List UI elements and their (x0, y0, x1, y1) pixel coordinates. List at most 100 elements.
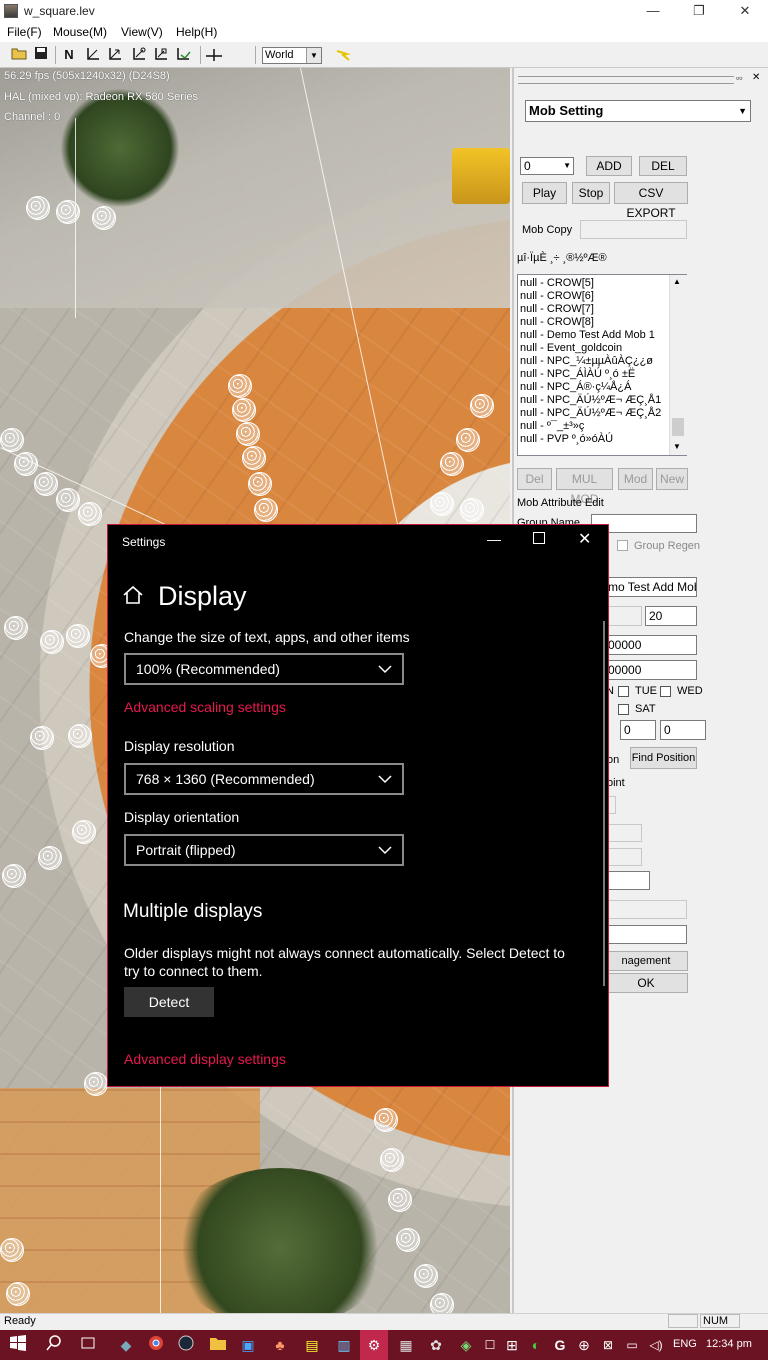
rotate-axis-icon[interactable] (106, 46, 124, 64)
notes-icon[interactable]: ▤ (302, 1335, 322, 1355)
save-icon[interactable] (32, 46, 50, 64)
app-tray-icon-4[interactable]: ⊕ (574, 1335, 594, 1355)
panel-grip[interactable] (518, 76, 734, 84)
list-item[interactable]: null - NPC_ÁÌÀÚ º¸ó ±Ë (520, 368, 635, 381)
scroll-thumb[interactable] (672, 418, 684, 436)
list-item[interactable]: null - CROW[7] (520, 303, 594, 316)
maximize-button[interactable]: ❐ (676, 0, 722, 22)
sat-checkbox[interactable] (618, 704, 629, 715)
search-icon[interactable] (44, 1335, 64, 1355)
menu-file[interactable]: File(F) (7, 25, 42, 39)
n-tool-icon[interactable]: N (60, 46, 78, 64)
scale-axis-icon[interactable] (130, 46, 148, 64)
security-icon[interactable]: ⊠ (598, 1335, 618, 1355)
wed-checkbox[interactable] (660, 686, 671, 697)
value-field[interactable] (604, 871, 650, 890)
list-item[interactable]: null - NPC_ÄÚ½ºÆ¬ ÆÇ¸Å1 (520, 394, 661, 407)
settings-scrollbar[interactable] (603, 621, 605, 986)
group-regen-checkbox[interactable] (617, 540, 628, 551)
move-axis-icon[interactable] (84, 46, 102, 64)
add-button[interactable]: ADD (586, 156, 632, 176)
show-hidden-icons-icon[interactable]: ☐ (480, 1335, 500, 1355)
clock[interactable]: 12:34 pm (706, 1338, 752, 1350)
setting-type-select[interactable]: Mob Setting ▼ (525, 100, 751, 122)
disabled-field[interactable] (604, 606, 642, 626)
play-button[interactable]: Play (522, 182, 567, 204)
management-button[interactable]: nagement (604, 951, 688, 971)
list-item[interactable]: null - CROW[5] (520, 277, 594, 290)
windows-start-icon[interactable] (8, 1335, 28, 1355)
time-field-a[interactable]: 00000 (604, 635, 697, 655)
disabled-field[interactable] (604, 900, 687, 919)
list-item[interactable]: null - NPC_¼±µµÀûÀÇ¿¿ø (520, 355, 653, 368)
steam-icon[interactable] (176, 1335, 196, 1355)
panel-pin-button[interactable]: ▫▫ (736, 73, 742, 83)
file-explorer-icon[interactable] (208, 1335, 228, 1355)
app-tray-icon-2[interactable]: ◐ (526, 1335, 546, 1355)
crosshair-icon[interactable] (205, 46, 223, 64)
app-icon-4[interactable]: ▥ (334, 1335, 354, 1355)
scroll-up-icon[interactable]: ▲ (673, 277, 681, 286)
menu-view[interactable]: View(V) (121, 25, 163, 39)
mob-list[interactable]: null - CROW[5] null - CROW[6] null - CRO… (517, 274, 687, 456)
task-view-icon[interactable] (78, 1335, 98, 1355)
orientation-dropdown[interactable]: Portrait (flipped) (124, 834, 404, 866)
menu-help[interactable]: Help(H) (176, 25, 217, 39)
open-folder-icon[interactable] (10, 46, 28, 64)
settings-maximize-button[interactable] (533, 532, 545, 544)
list-item[interactable]: null - Demo Test Add Mob 1 (520, 329, 655, 342)
home-icon[interactable] (122, 585, 144, 608)
world-space-select[interactable]: World ▼ (262, 47, 322, 64)
list-item[interactable]: null - PVP º¸ó»óÀÚ (520, 433, 613, 446)
app-icon-3[interactable]: ♣ (270, 1335, 290, 1355)
app-icon-1[interactable]: ◆ (116, 1335, 136, 1355)
app-icon-6[interactable]: ✿ (426, 1335, 446, 1355)
settings-close-button[interactable]: ✕ (578, 529, 591, 549)
pos-x-field[interactable]: 0 (620, 720, 656, 740)
list-item[interactable]: null - º¯_±³»ç (520, 420, 584, 433)
list-item[interactable]: null - CROW[8] (520, 316, 594, 329)
advanced-scaling-link[interactable]: Advanced scaling settings (124, 699, 286, 715)
mob-index-select[interactable]: 0 ▼ (520, 157, 574, 175)
app-icon-2[interactable]: ▣ (238, 1335, 258, 1355)
value-field[interactable] (604, 925, 687, 944)
del-button[interactable]: DEL (639, 156, 687, 176)
mod-button[interactable]: Mod (618, 468, 653, 490)
settings-minimize-button[interactable]: — (487, 531, 501, 547)
disabled-field[interactable] (604, 848, 642, 866)
time-field-b[interactable]: 00000 (604, 660, 697, 680)
panel-close-button[interactable]: ✕ (752, 72, 760, 83)
link-axis-icon[interactable] (175, 46, 193, 64)
close-window-button[interactable]: ✕ (722, 0, 768, 22)
list-item[interactable]: null - CROW[6] (520, 290, 594, 303)
ok-button[interactable]: OK (604, 973, 688, 993)
pos-y-field[interactable]: 0 (660, 720, 706, 740)
language-indicator[interactable]: ENG (673, 1338, 697, 1350)
list-item[interactable]: null - NPC_ÄÚ½ºÆ¬ ÆÇ¸Å2 (520, 407, 661, 420)
resolution-dropdown[interactable]: 768 × 1360 (Recommended) (124, 763, 404, 795)
count-field[interactable]: 20 (645, 606, 697, 626)
menu-mouse[interactable]: Mouse(M) (53, 25, 107, 39)
app-tray-icon-3[interactable]: G (550, 1335, 570, 1355)
list-del-button[interactable]: Del (517, 468, 552, 490)
select-axis-icon[interactable] (152, 46, 170, 64)
detect-button[interactable]: Detect (124, 987, 214, 1017)
mul-mod-button[interactable]: MUL MOD (556, 468, 613, 506)
network-icon[interactable]: ▭ (622, 1335, 642, 1355)
list-item[interactable]: null - NPC_Á®·ç¼Å¿Á (520, 381, 631, 394)
chrome-icon[interactable] (146, 1335, 166, 1355)
lightning-icon[interactable] (334, 46, 352, 64)
stop-button[interactable]: Stop (572, 182, 610, 204)
app-tray-icon-1[interactable]: ⊞ (502, 1335, 522, 1355)
app-icon-5[interactable]: ▦ (396, 1335, 416, 1355)
mob-name-field[interactable]: mo Test Add Mob (604, 577, 697, 597)
mob-copy-field[interactable] (580, 220, 687, 239)
minimize-button[interactable]: — (630, 0, 676, 22)
volume-icon[interactable]: ◁) (646, 1335, 666, 1355)
advanced-display-link[interactable]: Advanced display settings (124, 1051, 286, 1067)
scale-dropdown[interactable]: 100% (Recommended) (124, 653, 404, 685)
scroll-down-icon[interactable]: ▼ (673, 442, 681, 451)
app-icon-7[interactable]: ◈ (456, 1335, 476, 1355)
find-position-button[interactable]: Find Position (630, 747, 697, 769)
tue-checkbox[interactable] (618, 686, 629, 697)
